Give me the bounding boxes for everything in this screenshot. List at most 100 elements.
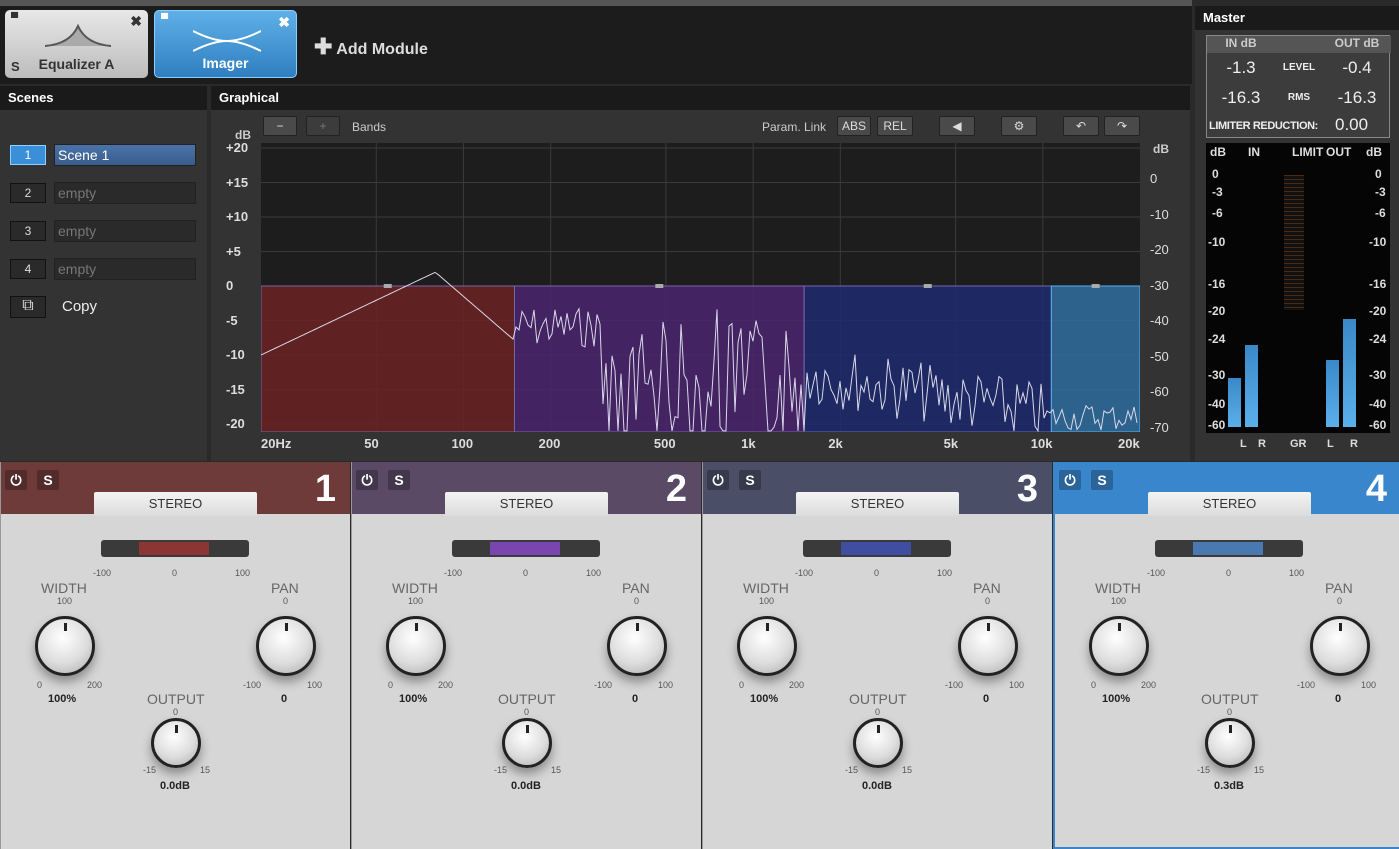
left-tick: 0 (226, 278, 234, 293)
scene-number[interactable]: 2 (10, 183, 46, 203)
right-tick: -40 (1150, 313, 1169, 328)
solo-button[interactable]: S (37, 470, 59, 490)
left-tick: +20 (226, 140, 249, 155)
pan-max: 100 (1009, 680, 1025, 690)
pan-min: -100 (243, 680, 262, 690)
meter-scale-right: -30 (1369, 368, 1387, 382)
module-imager[interactable]: ▀ ✖ Imager (154, 10, 297, 78)
scene-name-field[interactable]: empty (54, 258, 196, 280)
pan-label: PAN (1325, 580, 1353, 596)
power-icon[interactable]: ⏻ (356, 470, 378, 490)
stereo-mode-tab[interactable]: STEREO (445, 492, 608, 516)
pan-knob[interactable] (607, 616, 667, 676)
power-icon[interactable]: ⏻ (5, 470, 27, 490)
solo-button[interactable]: S (388, 470, 410, 490)
close-icon[interactable]: ✖ (130, 13, 142, 30)
width-knob[interactable] (1089, 616, 1149, 676)
output-mid: 0 (524, 707, 530, 717)
right-tick: -10 (1150, 206, 1169, 222)
scene-name-field[interactable]: empty (54, 220, 196, 242)
in-level-value: -1.3 (1226, 58, 1256, 77)
output-knob[interactable] (1205, 718, 1255, 768)
meter-scale-right: -20 (1369, 304, 1387, 318)
output-value: 0.3dB (1214, 780, 1244, 792)
left-tick: +15 (226, 174, 249, 190)
band-handle-1 (383, 284, 392, 288)
width-value: 100% (48, 693, 77, 705)
width-min: 0 (1091, 680, 1097, 690)
add-module-button[interactable]: ✚ Add Module (314, 34, 428, 60)
meter-scale-left: 0 (1212, 167, 1219, 181)
meter-channel-label: L (1327, 438, 1334, 450)
band-panel-4: ⏻ S 4 STEREO -100 0 100 WIDTH 100 0 200 100% … (1053, 462, 1399, 849)
meter-channel-label: L (1240, 438, 1247, 450)
pan-value: 0 (1335, 693, 1342, 705)
output-knob[interactable] (502, 718, 552, 768)
width-knob[interactable] (386, 616, 446, 676)
master-levels-table: IN dB OUT dB -1.3 LEVEL -0.4 -16.3 RMS -… (1206, 35, 1391, 138)
module-equalizer-a[interactable]: ▀ ✖ S Equalizer A (5, 10, 148, 78)
meter-scale-right: -3 (1375, 185, 1386, 199)
meter-scale-left: -16 (1208, 277, 1226, 291)
right-unit: dB (1153, 142, 1169, 156)
output-label: OUTPUT (849, 691, 907, 707)
meter-scale-right: -16 (1369, 277, 1387, 291)
x-tick: 2k (828, 436, 843, 451)
scene-name-field[interactable]: empty (54, 182, 196, 204)
pan-knob[interactable] (1310, 616, 1370, 676)
copy-button[interactable]: Copy (62, 298, 97, 315)
close-icon[interactable]: ✖ (278, 14, 290, 31)
pan-knob[interactable] (256, 616, 316, 676)
power-icon[interactable]: ⏻ (707, 470, 729, 490)
pan-min: -100 (1297, 680, 1316, 690)
gear-icon[interactable]: ⚙ (1001, 116, 1037, 136)
speaker-icon[interactable]: ◀ (939, 116, 975, 136)
stereo-mode-tab[interactable]: STEREO (94, 492, 257, 516)
scale-mid: 0 (874, 568, 880, 578)
width-knob[interactable] (35, 616, 95, 676)
param-link-label: Param. Link (762, 120, 827, 134)
scale-min: -100 (444, 568, 463, 578)
meter-scale-left: -20 (1208, 304, 1226, 318)
pin-icon[interactable]: ▀ (11, 13, 18, 24)
width-mid: 100 (408, 596, 424, 606)
blank-header (1275, 36, 1323, 53)
stereo-width-meter (452, 540, 600, 557)
scene-number[interactable]: 1 (10, 145, 46, 165)
output-knob[interactable] (151, 718, 201, 768)
pin-icon[interactable]: ▀ (161, 14, 168, 25)
spectrum-plot[interactable] (261, 143, 1140, 432)
graphical-title: Graphical (211, 86, 1190, 110)
stereo-mode-tab[interactable]: STEREO (1148, 492, 1311, 516)
meter-header: dB (1210, 145, 1226, 159)
band-region-3 (803, 285, 1052, 432)
scene-number[interactable]: 3 (10, 221, 46, 241)
pan-knob[interactable] (958, 616, 1018, 676)
meter-scale-right: -24 (1369, 332, 1387, 346)
power-icon[interactable]: ⏻ (1059, 470, 1081, 490)
scene-name-field[interactable]: Scene 1 (54, 144, 196, 166)
output-knob[interactable] (853, 718, 903, 768)
rel-button[interactable]: REL (877, 116, 913, 136)
copy-icon[interactable]: ⧉ (10, 296, 46, 318)
x-tick: 10k (1030, 436, 1053, 451)
width-knob[interactable] (737, 616, 797, 676)
redo-icon[interactable]: ↷ (1104, 116, 1140, 136)
remove-band-button[interactable]: − (263, 116, 297, 136)
scale-mid: 0 (172, 568, 178, 578)
scene-number[interactable]: 4 (10, 259, 46, 279)
meter-scale-left: -24 (1208, 332, 1226, 346)
left-tick: -5 (226, 312, 238, 328)
add-band-button[interactable]: + (306, 116, 340, 136)
meter-header: OUT (1326, 145, 1352, 159)
module-label: Imager (202, 55, 249, 71)
output-mid: 0 (1227, 707, 1233, 717)
width-value: 100% (399, 693, 428, 705)
undo-icon[interactable]: ↶ (1063, 116, 1099, 136)
pan-mid: 0 (1337, 596, 1343, 606)
abs-button[interactable]: ABS (837, 116, 871, 136)
solo-button[interactable]: S (739, 470, 761, 490)
solo-button[interactable]: S (1091, 470, 1113, 490)
width-meter-fill (1193, 542, 1263, 555)
stereo-mode-tab[interactable]: STEREO (796, 492, 959, 516)
